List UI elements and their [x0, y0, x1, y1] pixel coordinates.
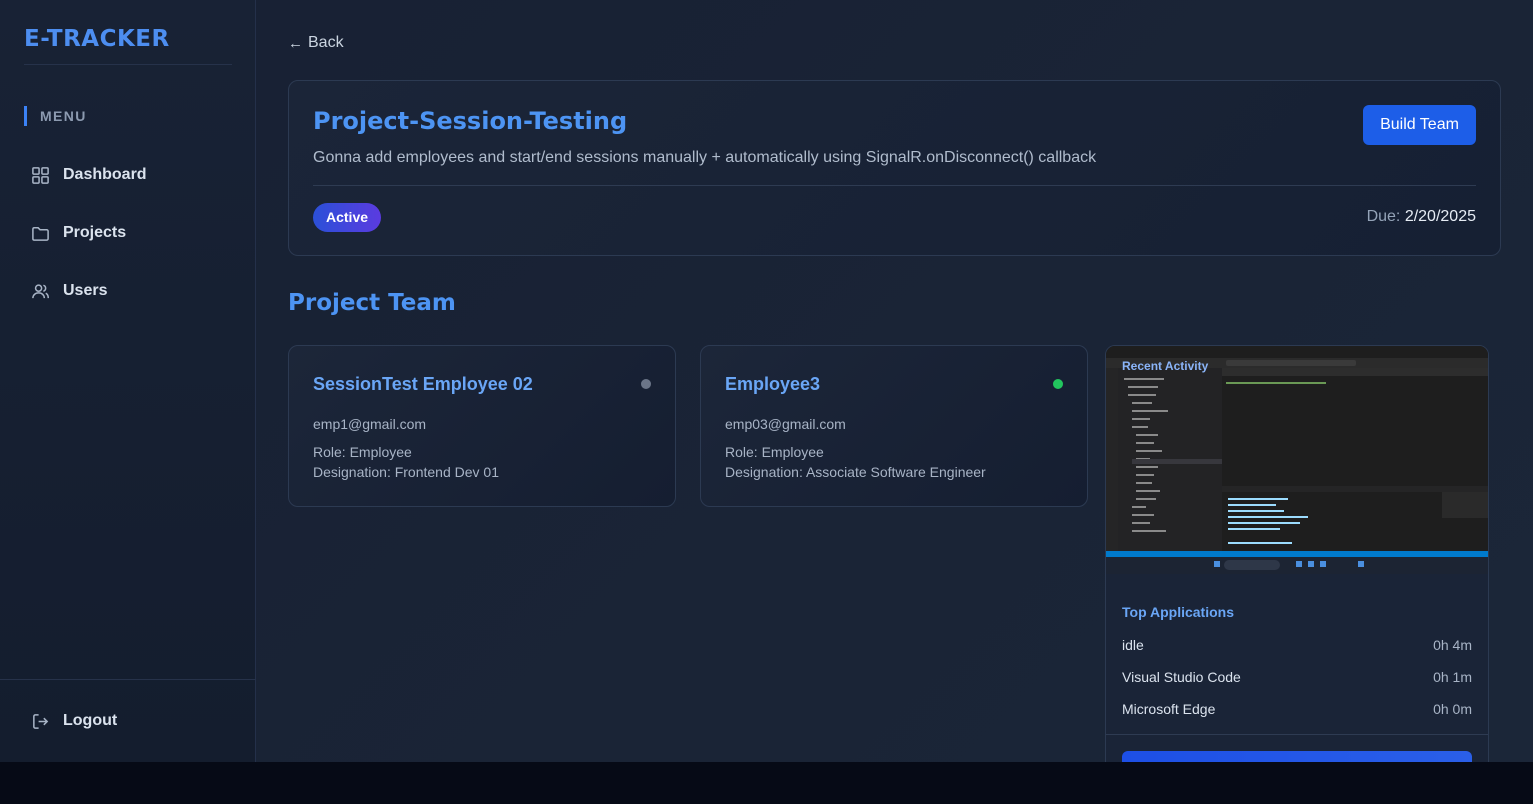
sidebar-item-label: Projects [63, 224, 127, 241]
employee-card[interactable]: SessionTest Employee 02 emp1@gmail.com R… [288, 345, 676, 507]
employee-name: Employee3 [725, 374, 821, 394]
sidebar-item-label: Dashboard [63, 166, 147, 183]
due-date-value: 2/20/2025 [1404, 208, 1476, 225]
back-label: Back [308, 34, 344, 51]
app-time: 0h 0m [1433, 701, 1472, 717]
logout-label: Logout [63, 712, 118, 729]
project-divider [313, 185, 1476, 186]
project-details-card: Project-Session-Testing Gonna add employ… [288, 80, 1501, 256]
back-link[interactable]: ← Back [288, 34, 344, 52]
employee-designation: Designation: Associate Software Engineer [725, 464, 986, 480]
due-label: Due: [1366, 208, 1401, 225]
users-icon [30, 281, 50, 301]
employee-email: emp03@gmail.com [725, 416, 846, 432]
project-description: Gonna add employees and start/end sessio… [313, 149, 1097, 166]
logout-icon [30, 711, 50, 731]
top-applications-title: Top Applications [1122, 604, 1234, 620]
logo-divider [24, 64, 232, 65]
app-usage-row: idle 0h 4m [1122, 637, 1472, 653]
app-time: 0h 1m [1433, 669, 1472, 685]
app-window: E-TRACKER MENU Dashboard Projects Users [0, 0, 1533, 803]
screenshot-thumbnail [1106, 346, 1488, 586]
employee-role: Role: Employee [725, 444, 824, 460]
online-status-dot [1053, 379, 1063, 389]
employee-email: emp1@gmail.com [313, 416, 427, 432]
app-name: idle [1122, 637, 1144, 653]
activity-card: Recent Activity Top Applications idle 0h… [1105, 345, 1489, 803]
sidebar: E-TRACKER MENU Dashboard Projects Users [0, 0, 256, 762]
sidebar-item-projects[interactable]: Projects [16, 213, 240, 253]
recent-activity-screenshot[interactable]: Recent Activity [1106, 346, 1488, 586]
sidebar-item-users[interactable]: Users [16, 271, 240, 311]
app-name: Visual Studio Code [1122, 669, 1241, 685]
project-title: Project-Session-Testing [313, 107, 628, 135]
build-team-button[interactable]: Build Team [1363, 105, 1476, 145]
menu-section-label: MENU [24, 106, 87, 126]
grid-icon [30, 165, 50, 185]
project-team-heading: Project Team [288, 290, 456, 316]
employee-role: Role: Employee [313, 444, 412, 460]
bottom-strip [0, 762, 1533, 804]
app-logo[interactable]: E-TRACKER [24, 26, 170, 52]
offline-status-dot [641, 379, 651, 389]
sidebar-divider [0, 679, 256, 680]
app-name: Microsoft Edge [1122, 701, 1216, 717]
app-usage-row: Microsoft Edge 0h 0m [1122, 701, 1472, 717]
employee-name: SessionTest Employee 02 [313, 374, 533, 394]
app-time: 0h 4m [1433, 637, 1472, 653]
activity-divider [1106, 734, 1488, 735]
logout-button[interactable]: Logout [16, 701, 240, 741]
arrow-left-icon: ← [288, 34, 303, 52]
sidebar-item-label: Users [63, 282, 108, 299]
employee-designation: Designation: Frontend Dev 01 [313, 464, 499, 480]
folder-icon [30, 223, 50, 243]
due-date: Due: 2/20/2025 [1367, 208, 1476, 226]
employee-card[interactable]: Employee3 emp03@gmail.com Role: Employee… [700, 345, 1088, 507]
sidebar-item-dashboard[interactable]: Dashboard [16, 155, 240, 195]
status-badge: Active [313, 203, 382, 232]
recent-activity-label: Recent Activity [1122, 359, 1209, 373]
app-usage-row: Visual Studio Code 0h 1m [1122, 669, 1472, 685]
